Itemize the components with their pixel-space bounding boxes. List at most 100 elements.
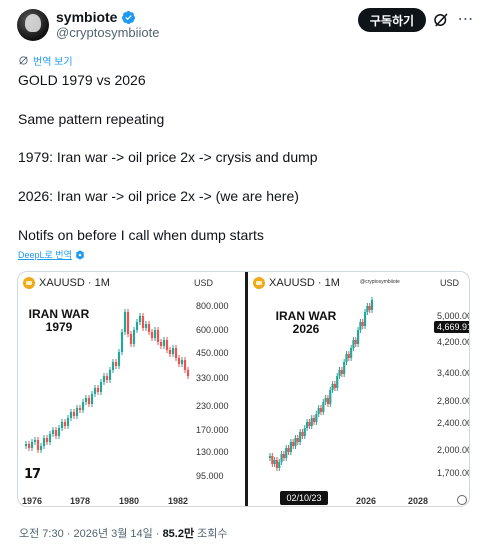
tweet-line-4: 2026: Iran war -> oil price 2x -> (we ar… [18, 188, 299, 204]
candle [347, 354, 350, 358]
view-count: 85.2만 [162, 528, 195, 540]
translate-icon [19, 56, 28, 65]
candle [168, 350, 172, 354]
tweet-line-2: Same pattern repeating [18, 111, 165, 127]
price-tick: 2,000.000 [437, 445, 469, 455]
candle [57, 428, 61, 436]
candle [363, 312, 367, 326]
grok-icon[interactable] [432, 11, 450, 29]
gold-coin-icon [253, 277, 265, 289]
candle [66, 418, 70, 426]
candle [48, 434, 52, 442]
candle [305, 422, 309, 428]
candle [322, 402, 325, 412]
price-tick: 1,700.000 [437, 468, 469, 478]
translate-label[interactable]: 번역 보기 [33, 53, 73, 68]
view-suffix: 조회수 [194, 528, 228, 540]
x-tick: 1978 [70, 496, 91, 506]
war-label-right: IRAN WAR 2026 [270, 310, 342, 336]
candle [96, 388, 100, 392]
war-label-left: IRAN WAR 1979 [26, 308, 92, 334]
candle [319, 408, 323, 412]
candle [308, 422, 311, 426]
more-icon[interactable]: ⋯ [456, 10, 476, 30]
candle [147, 324, 151, 332]
candle [299, 432, 302, 442]
candle [366, 306, 369, 312]
candle [282, 454, 286, 458]
candle [340, 370, 343, 374]
tweet-time[interactable]: 오전 7:30 · 2026년 3월 14일 · [19, 528, 163, 540]
candle [292, 442, 295, 446]
candle [326, 398, 330, 404]
candle [174, 348, 178, 358]
candle [343, 362, 346, 374]
candle [180, 360, 184, 364]
gold-coin-icon [23, 277, 35, 289]
candle [117, 352, 121, 366]
price-tick: 4,200.000 [437, 337, 469, 347]
candle [111, 362, 115, 370]
translate-link[interactable]: 번역 보기 [18, 53, 73, 68]
candle [75, 408, 79, 416]
candle [177, 358, 181, 364]
candle [81, 402, 85, 410]
verified-badge-icon [122, 10, 136, 24]
tradingview-logo: 17 [24, 467, 41, 482]
candle [33, 440, 37, 442]
candle [303, 428, 306, 436]
watermark: @cryptosymbiiote [360, 279, 400, 285]
price-tick: 230.000 [196, 401, 229, 411]
candle [271, 456, 274, 464]
candle [186, 370, 190, 376]
symbol-header-right: XAUUSD · 1M [253, 277, 340, 289]
tweet-line-1: GOLD 1979 vs 2026 [18, 72, 146, 88]
candle [120, 332, 124, 352]
deepl-translate-link[interactable]: DeepL로 번역 [18, 248, 85, 261]
price-tick: 800.000 [196, 301, 229, 311]
author-name-row[interactable]: symbiote [56, 9, 136, 25]
deepl-label[interactable]: DeepL로 번역 [18, 248, 72, 261]
candle [36, 440, 40, 450]
price-tick: 130.000 [196, 447, 229, 457]
candle [42, 438, 46, 446]
x-tick: 2028 [408, 496, 429, 506]
candle [285, 448, 288, 458]
x-tick: 1976 [22, 496, 43, 506]
candle [312, 418, 316, 422]
candle [336, 376, 339, 388]
candle [24, 444, 28, 446]
candle [165, 340, 169, 350]
candle [289, 442, 292, 452]
candle [338, 370, 341, 376]
candle [296, 438, 299, 442]
display-name[interactable]: symbiote [56, 9, 117, 25]
tweet-meta: 오전 7:30 · 2026년 3월 14일 · 85.2만 조회수 [19, 525, 228, 541]
tweet-media-image[interactable]: XAUUSD · 1M USD IRAN WAR 1979 800.000 60… [17, 271, 470, 507]
candle [51, 430, 55, 434]
candle [156, 330, 160, 342]
candle [90, 394, 94, 404]
symbol-header-left: XAUUSD · 1M [23, 277, 110, 289]
chart-settings-icon[interactable] [457, 495, 467, 505]
candle [354, 340, 357, 344]
candle [54, 430, 58, 436]
candle [171, 348, 175, 354]
candle [72, 412, 76, 416]
price-tick: 170.000 [196, 425, 229, 435]
avatar[interactable] [17, 9, 49, 41]
candle [138, 316, 142, 322]
candle [352, 340, 355, 348]
candle [183, 360, 187, 370]
candle [69, 412, 73, 418]
symbol-label-left: XAUUSD · 1M [39, 277, 110, 289]
chart-panel-1979: XAUUSD · 1M USD IRAN WAR 1979 800.000 60… [18, 272, 244, 506]
candle [278, 462, 281, 468]
candle [329, 390, 332, 404]
subscribe-button[interactable]: 구독하기 [358, 8, 426, 32]
author-handle[interactable]: @cryptosymbiiote [56, 25, 160, 40]
deepl-badge-icon [76, 249, 84, 260]
candle [153, 330, 157, 338]
candle [39, 446, 43, 450]
candle [333, 384, 337, 388]
